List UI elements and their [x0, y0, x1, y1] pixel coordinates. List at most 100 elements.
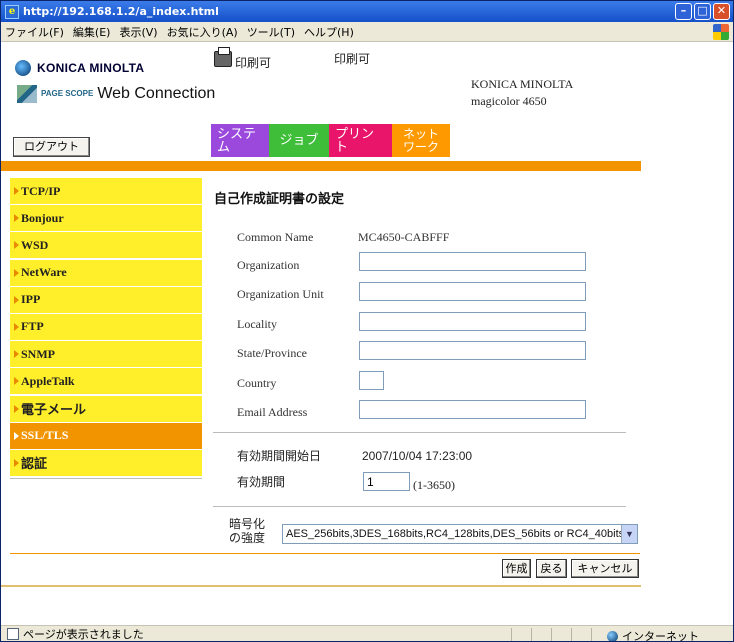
sidebar-item-label: IPP — [21, 292, 41, 307]
section-divider — [213, 432, 626, 433]
status-bar: ページが表示されました インターネット — [1, 625, 733, 642]
menu-favorites[interactable]: お気に入り(A) — [167, 24, 238, 40]
create-button[interactable]: 作成 — [502, 559, 531, 578]
triangle-icon — [14, 350, 19, 359]
locality-label: Locality — [237, 317, 277, 331]
header-divider — [1, 161, 641, 171]
printer-icon — [214, 47, 232, 67]
back-button[interactable]: 戻る — [536, 559, 567, 578]
browser-window: e http://192.168.1.2/a_index.html – □ ✕ … — [0, 0, 734, 642]
konica-minolta-logo: KONICA MINOLTA — [15, 60, 144, 76]
menu-tools[interactable]: ツール(T) — [247, 24, 295, 40]
country-input[interactable] — [359, 371, 384, 390]
locality-input[interactable] — [359, 312, 586, 331]
sidebar-item-tcpip[interactable]: TCP/IP — [10, 178, 202, 204]
sidebar-item-label: FTP — [21, 319, 44, 334]
menu-help[interactable]: ヘルプ(H) — [304, 24, 354, 40]
sidebar-item-ssl-tls[interactable]: SSL/TLS — [10, 422, 202, 449]
sidebar-item-label: Bonjour — [21, 210, 64, 225]
printer-status-text: 印刷可 — [334, 52, 371, 66]
common-name-value: MC4650-CABFFF — [358, 230, 450, 244]
status-cell — [531, 628, 532, 641]
model-name: magicolor 4650 — [471, 94, 547, 108]
sidebar-item-email[interactable]: 電子メール — [10, 395, 202, 422]
sidebar-item-ipp[interactable]: IPP — [10, 286, 202, 313]
model-info: KONICA MINOLTA magicolor 4650 — [471, 76, 573, 110]
windows-logo-icon — [713, 24, 729, 40]
pagescope-mark-icon — [17, 85, 37, 103]
pagescope-text: PAGE SCOPE — [41, 89, 94, 98]
page-footer-line — [1, 585, 641, 587]
section-divider — [213, 506, 626, 507]
sidebar-item-appletalk[interactable]: AppleTalk — [10, 368, 202, 395]
main-tabs: システム ジョブ プリント ネットワーク — [211, 124, 450, 157]
common-name-label: Common Name — [237, 230, 314, 244]
state-input[interactable] — [359, 341, 586, 360]
sidebar-item-label: 認証 — [21, 457, 48, 473]
menu-edit[interactable]: 編集(E) — [73, 24, 111, 40]
ie-icon: e — [5, 4, 19, 19]
sidebar-item-netware[interactable]: NetWare — [10, 259, 202, 286]
sidebar-item-wsd[interactable]: WSD — [10, 232, 202, 259]
organization-label: Organization — [237, 258, 300, 272]
menu-file[interactable]: ファイル(F) — [5, 24, 64, 40]
sidebar-item-label: TCP/IP — [21, 183, 61, 198]
product-name: Web Connection — [97, 85, 216, 102]
printer-status-label: 印刷可 — [235, 56, 272, 70]
triangle-icon — [14, 295, 19, 304]
valid-start-label: 有効期間開始日 — [237, 449, 322, 463]
country-label: Country — [237, 376, 277, 390]
tab-system[interactable]: システム — [211, 124, 269, 157]
logout-button[interactable]: ログアウト — [13, 137, 90, 157]
tab-network[interactable]: ネットワーク — [392, 124, 450, 157]
triangle-icon — [14, 187, 19, 195]
globe-logo-icon — [15, 60, 31, 76]
web-connection-logo: PAGE SCOPE Web Connection — [17, 85, 215, 103]
valid-start-value: 2007/10/04 17:23:00 — [362, 449, 473, 463]
encryption-selected-value: AES_256bits,3DES_168bits,RC4_128bits,DES… — [286, 528, 625, 540]
sidebar-item-auth[interactable]: 認証 — [10, 449, 202, 476]
triangle-icon — [14, 268, 19, 277]
sidebar-item-label: SSL/TLS — [21, 428, 69, 443]
status-cell — [511, 628, 512, 641]
valid-period-label: 有効期間 — [237, 475, 286, 489]
status-cell — [591, 628, 592, 641]
page-title: 自己作成証明書の設定 — [214, 192, 345, 207]
email-input[interactable] — [359, 400, 586, 419]
triangle-icon — [14, 431, 19, 440]
tab-job[interactable]: ジョブ — [269, 124, 329, 157]
triangle-icon — [14, 377, 19, 386]
sidebar-item-snmp[interactable]: SNMP — [10, 341, 202, 368]
sidebar-divider — [10, 477, 202, 479]
status-cell — [551, 628, 552, 641]
triangle-icon — [14, 322, 19, 331]
email-label: Email Address — [237, 405, 308, 419]
valid-period-range: (1-3650) — [413, 478, 455, 492]
tab-print[interactable]: プリント — [329, 124, 392, 157]
window-controls: – □ ✕ — [675, 3, 730, 20]
cancel-button[interactable]: キャンセル — [571, 559, 639, 578]
sidebar: TCP/IP Bonjour WSD NetWare IPP FTP SNMP … — [10, 178, 202, 479]
sidebar-item-label: 電子メール — [21, 403, 87, 418]
valid-period-input[interactable] — [363, 472, 410, 491]
menu-view[interactable]: 表示(V) — [119, 24, 157, 40]
security-zone: インターネット — [607, 628, 699, 642]
encryption-select[interactable]: AES_256bits,3DES_168bits,RC4_128bits,DES… — [282, 524, 638, 544]
status-cell — [571, 628, 572, 641]
triangle-icon — [14, 404, 19, 413]
triangle-icon — [14, 214, 19, 223]
encryption-label-line1: 暗号化 — [229, 517, 266, 531]
menu-bar: ファイル(F) 編集(E) 表示(V) お気に入り(A) ツール(T) ヘルプ(… — [1, 22, 733, 42]
maximize-button[interactable]: □ — [694, 3, 711, 20]
zone-label: インターネット — [622, 630, 699, 642]
sidebar-item-label: AppleTalk — [21, 373, 75, 388]
sidebar-item-bonjour[interactable]: Bonjour — [10, 205, 202, 232]
chevron-down-icon[interactable]: ▼ — [621, 525, 637, 543]
minimize-button[interactable]: – — [675, 3, 692, 20]
sidebar-item-ftp[interactable]: FTP — [10, 313, 202, 340]
organization-input[interactable] — [359, 252, 586, 271]
title-bar: e http://192.168.1.2/a_index.html – □ ✕ — [1, 1, 733, 22]
org-unit-input[interactable] — [359, 282, 586, 301]
triangle-icon — [14, 241, 19, 250]
close-button[interactable]: ✕ — [713, 3, 730, 20]
